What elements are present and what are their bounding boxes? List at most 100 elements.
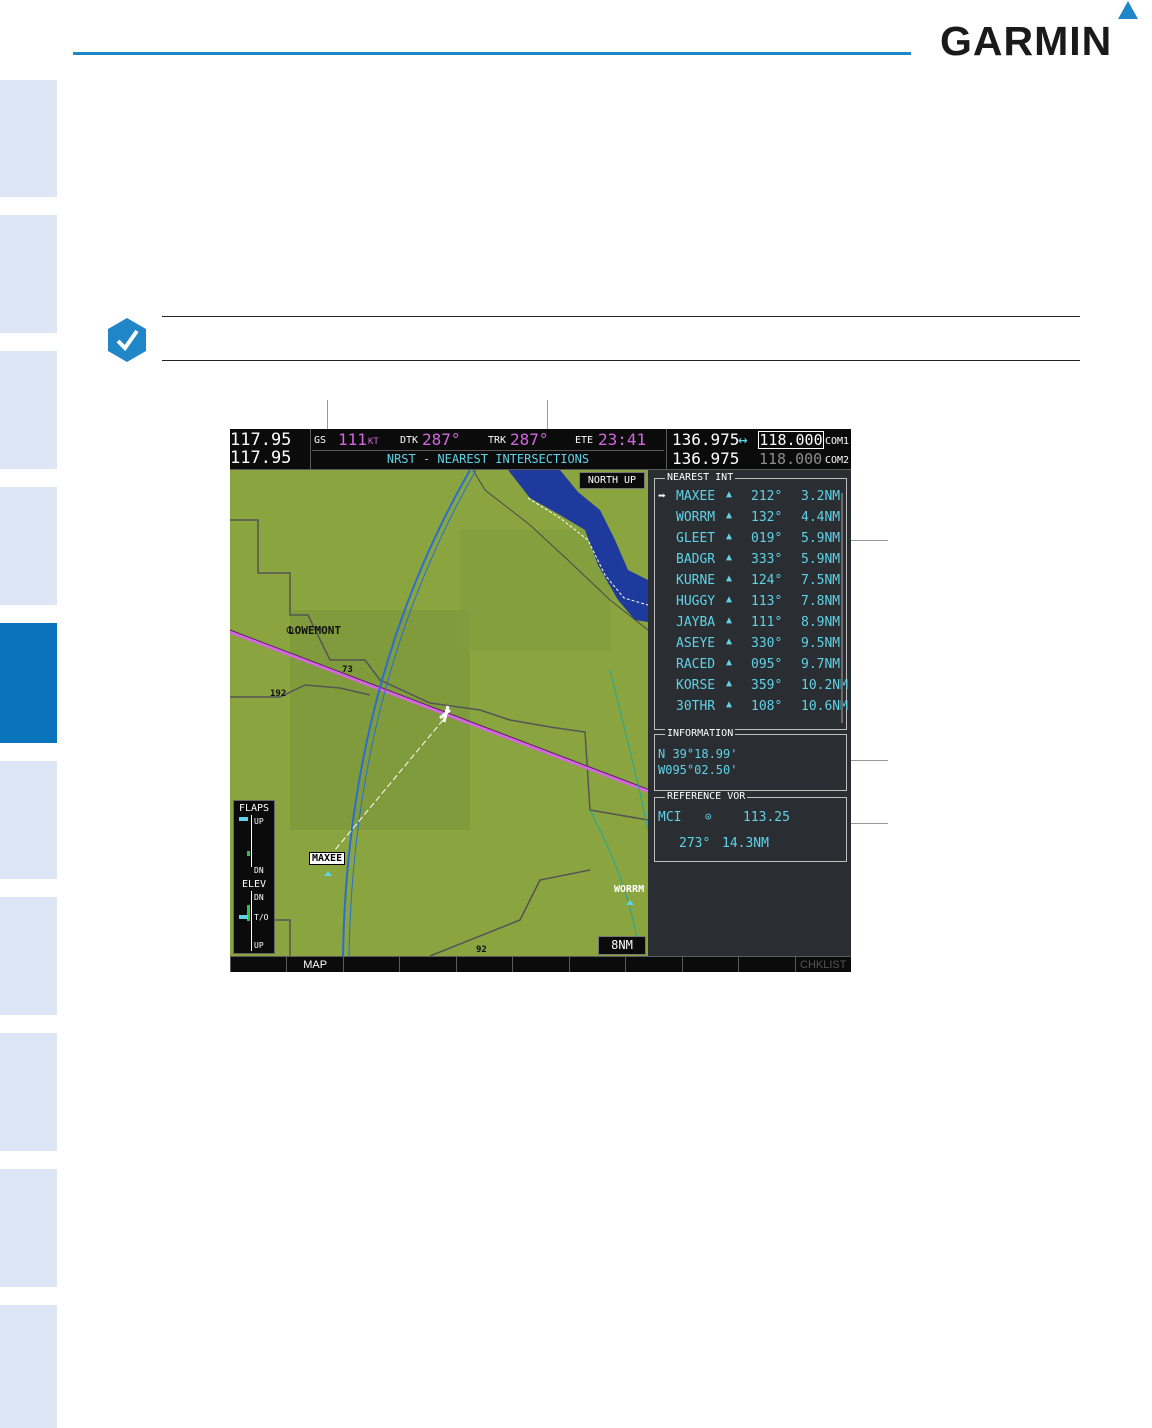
- softkey-3[interactable]: [342, 957, 399, 972]
- nearest-int-row[interactable]: GLEET ▲ 019° 5.9NM: [655, 531, 845, 552]
- side-tab-4[interactable]: [0, 487, 57, 605]
- maxee-waypoint-label[interactable]: MAXEE: [309, 852, 346, 865]
- intersection-symbol-icon: ▲: [726, 636, 733, 647]
- intersection-distance: 7.8NM: [801, 594, 841, 609]
- nearest-int-row[interactable]: RACED ▲ 095° 9.7NM: [655, 657, 845, 678]
- side-tab-10[interactable]: [0, 1305, 57, 1428]
- intersection-id[interactable]: WORRM: [676, 510, 715, 525]
- softkey-9[interactable]: [681, 957, 738, 972]
- flaps-elevator-indicator: FLAPS UP DN ELEV DN T/O UP: [233, 800, 275, 954]
- nearest-int-row[interactable]: KURNE ▲ 124° 7.5NM: [655, 573, 845, 594]
- trk-value: 287°: [510, 430, 549, 449]
- intersection-id[interactable]: RACED: [676, 657, 715, 672]
- nearest-int-row[interactable]: 30THR ▲ 108° 10.6NM: [655, 699, 848, 720]
- side-tab-2[interactable]: [0, 215, 57, 333]
- intersection-distance: 9.5NM: [801, 636, 841, 651]
- flaps-up-label: UP: [254, 817, 264, 826]
- elev-pointer-icon: [239, 915, 248, 919]
- information-box: INFORMATION N 39°18.99' W095°02.50': [654, 728, 847, 791]
- softkey-4[interactable]: [399, 957, 455, 972]
- right-panel: NEAREST INT ➡ MAXEE ▲ 212° 3.2NM WORRM ▲ 132° 4.…: [648, 470, 851, 956]
- intersection-id[interactable]: KORSE: [676, 678, 715, 693]
- com2-standby-frequency: 136.975: [672, 449, 740, 468]
- nearest-scrollbar[interactable]: [841, 493, 843, 723]
- side-tab-3[interactable]: [0, 351, 57, 469]
- garmin-logo: GARMIN: [940, 0, 1145, 70]
- intersection-id[interactable]: GLEET: [676, 531, 715, 546]
- nearest-int-row[interactable]: ➡ MAXEE ▲ 212° 3.2NM: [655, 489, 845, 510]
- intersection-id[interactable]: JAYBA: [676, 615, 715, 630]
- intersection-bearing: 359°: [751, 678, 783, 693]
- nearest-int-row[interactable]: WORRM ▲ 132° 4.4NM: [655, 510, 845, 531]
- worrm-waypoint-label[interactable]: WORRM: [614, 884, 644, 895]
- elev-title: ELEV: [241, 879, 267, 890]
- nearest-int-row[interactable]: JAYBA ▲ 111° 8.9NM: [655, 615, 845, 636]
- softkey-10[interactable]: [738, 957, 794, 972]
- softkey-11[interactable]: CHKLIST: [794, 957, 851, 972]
- town-label: LOWEMONT: [288, 624, 341, 637]
- softkey-8[interactable]: [625, 957, 681, 972]
- softkey-5[interactable]: [455, 957, 512, 972]
- elev-dn-label: DN: [254, 893, 264, 902]
- intersection-id[interactable]: KURNE: [676, 573, 715, 588]
- dtk-label: DTK: [400, 435, 419, 446]
- intersection-distance: 3.2NM: [801, 489, 841, 504]
- intersection-bearing: 132°: [751, 510, 783, 525]
- selection-pointer-icon: ➡: [658, 489, 666, 504]
- softkey-7[interactable]: [568, 957, 625, 972]
- nearest-int-title: NEAREST INT: [665, 472, 736, 484]
- intersection-symbol-icon: ▲: [726, 657, 733, 668]
- route-92-label: 92: [476, 945, 487, 955]
- nearest-list: ➡ MAXEE ▲ 212° 3.2NM WORRM ▲ 132° 4.4NM GLEET ▲ 019…: [655, 489, 848, 725]
- nearest-int-row[interactable]: HUGGY ▲ 113° 7.8NM: [655, 594, 845, 615]
- orientation-label[interactable]: NORTH UP: [579, 472, 645, 489]
- intersection-bearing: 330°: [751, 636, 783, 651]
- com1-active-frequency: 118.000: [758, 431, 824, 449]
- callout-line-reference-vor: [848, 823, 888, 824]
- intersection-id[interactable]: HUGGY: [676, 594, 715, 609]
- reference-vor-bearing: 273°: [679, 836, 711, 851]
- nav-frequencies: 117.95 117.95: [230, 429, 311, 469]
- intersection-distance: 9.7NM: [801, 657, 841, 672]
- side-tab-7[interactable]: [0, 897, 57, 1015]
- com1-label: COM1: [825, 436, 850, 447]
- information-longitude: W095°02.50': [658, 763, 738, 777]
- intersection-id[interactable]: BADGR: [676, 552, 715, 567]
- intersection-symbol-icon: ▲: [726, 573, 733, 584]
- ete-value: 23:41: [598, 430, 647, 449]
- side-tab-5-active[interactable]: [0, 623, 57, 743]
- logo-triangle-icon: [1118, 1, 1138, 19]
- intersection-id[interactable]: MAXEE: [676, 489, 715, 504]
- transfer-arrow-icon: ↔: [738, 430, 748, 449]
- callout-line-nearest: [848, 540, 888, 541]
- vor-symbol-icon: ⊙: [705, 810, 712, 823]
- moving-map[interactable]: NORTH UP LOWEMONT 192 73 92 MAXEE WORRM …: [230, 470, 648, 956]
- intersection-symbol-icon: ▲: [726, 510, 733, 521]
- nav2-frequency: 117.95: [230, 448, 292, 468]
- nearest-int-row[interactable]: KORSE ▲ 359° 10.2NM: [655, 678, 848, 699]
- note-rule-top: [162, 316, 1080, 317]
- softkey-1[interactable]: [230, 957, 286, 972]
- softkey-6[interactable]: [512, 957, 568, 972]
- side-tab-1[interactable]: [0, 80, 57, 197]
- intersection-id[interactable]: ASEYE: [676, 636, 715, 651]
- intersection-bearing: 095°: [751, 657, 783, 672]
- intersection-id[interactable]: 30THR: [676, 699, 715, 714]
- elev-to-label: T/O: [254, 913, 269, 922]
- side-tab-8[interactable]: [0, 1033, 57, 1151]
- intersection-distance: 8.9NM: [801, 615, 841, 630]
- side-tab-9[interactable]: [0, 1169, 57, 1287]
- gs-label: GS: [314, 435, 327, 446]
- side-tab-6[interactable]: [0, 761, 57, 879]
- com2-active-frequency: 118.000: [759, 450, 823, 468]
- softkey-bar: MAP CHKLIST: [230, 956, 851, 972]
- softkey-2[interactable]: MAP: [286, 957, 342, 972]
- mfd-display: 117.95 117.95 GS 111 KT DTK 287° TRK 287…: [230, 429, 851, 972]
- nearest-int-row[interactable]: ASEYE ▲ 330° 9.5NM: [655, 636, 845, 657]
- intersection-symbol-icon: ▲: [726, 552, 733, 563]
- intersection-symbol-icon: ▲: [726, 594, 733, 605]
- gs-unit: KT: [368, 437, 379, 447]
- intersection-bearing: 333°: [751, 552, 783, 567]
- ete-label: ETE: [575, 435, 594, 446]
- nearest-int-row[interactable]: BADGR ▲ 333° 5.9NM: [655, 552, 845, 573]
